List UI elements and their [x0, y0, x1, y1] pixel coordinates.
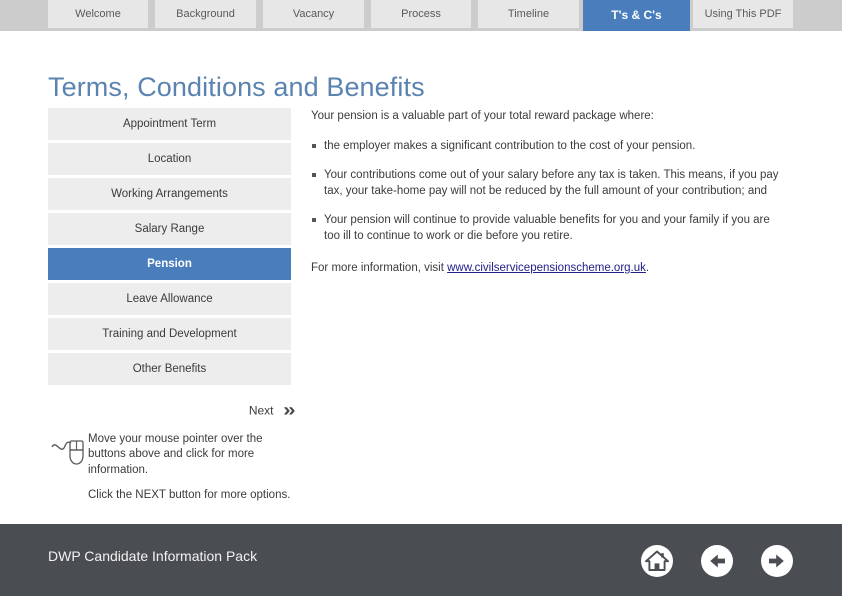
sidebar-item-label: Training and Development — [102, 328, 237, 340]
content-bullet: Your contributions come out of your sala… — [311, 168, 781, 199]
sidebar-item-label: Location — [147, 153, 192, 165]
content-pane: Your pension is a valuable part of your … — [311, 109, 781, 276]
tab-background[interactable]: Background — [155, 0, 256, 28]
tab-process[interactable]: Process — [371, 0, 471, 28]
sidebar-item-appointment-term[interactable]: Appointment Term — [48, 108, 291, 140]
sidebar-item-leave-allowance[interactable]: Leave Allowance — [48, 283, 291, 315]
tab-welcome[interactable]: Welcome — [48, 0, 148, 28]
sidebar-item-other-benefits[interactable]: Other Benefits — [48, 353, 291, 385]
tab-using-this-pdf[interactable]: Using This PDF — [693, 0, 793, 28]
content-bullet-text: Your contributions come out of your sala… — [324, 169, 779, 197]
civil-service-pension-link[interactable]: www.civilservicepensionscheme.org.uk — [447, 262, 646, 274]
footer-title: DWP Candidate Information Pack — [48, 548, 258, 564]
sidebar-item-working-arrangements[interactable]: Working Arrangements — [48, 178, 291, 210]
sidebar-item-label: Salary Range — [134, 223, 205, 235]
tab-timeline[interactable]: Timeline — [478, 0, 579, 28]
sidebar-item-label: Working Arrangements — [111, 188, 228, 200]
mouse-hint-text-primary: Move your mouse pointer over the buttons… — [88, 433, 263, 476]
tab-label: T's & C's — [611, 8, 662, 22]
tab-vacancy[interactable]: Vacancy — [263, 0, 364, 28]
tab-label: Timeline — [507, 8, 550, 20]
mouse-hint-text-secondary: Click the NEXT button for more options. — [88, 489, 291, 501]
next-button-label: Next — [248, 403, 274, 418]
tab-bar: Welcome Background Vacancy Process Timel… — [0, 0, 842, 31]
content-bullet: Your pension will continue to provide va… — [311, 213, 781, 244]
content-bullet-text: Your pension will continue to provide va… — [324, 214, 770, 242]
content-intro-paragraph: Your pension is a valuable part of your … — [311, 110, 654, 122]
tab-terms-and-conditions[interactable]: T's & C's — [583, 0, 690, 31]
sidebar-item-salary-range[interactable]: Salary Range — [48, 213, 291, 245]
tab-label: Using This PDF — [704, 8, 782, 20]
forward-icon[interactable] — [761, 545, 793, 577]
back-icon[interactable] — [701, 545, 733, 577]
sidebar-item-label: Appointment Term — [122, 118, 217, 130]
mouse-icon — [51, 440, 84, 465]
bullet-square-icon — [312, 218, 316, 223]
sidebar-item-training-and-development[interactable]: Training and Development — [48, 318, 291, 350]
content-more-information: For more information, visit www.civilser… — [311, 261, 781, 277]
tab-label: Vacancy — [292, 8, 335, 20]
content-bullet: the employer makes a significant contrib… — [311, 139, 781, 155]
page-title: Terms, Conditions and Benefits — [48, 72, 425, 102]
home-icon[interactable] — [641, 545, 673, 577]
content-bullet-text: the employer makes a significant contrib… — [324, 139, 696, 152]
sidebar-item-label: Other Benefits — [132, 363, 207, 375]
sidebar-item-pension[interactable]: Pension — [48, 248, 291, 280]
bullet-square-icon — [312, 173, 316, 178]
bullet-square-icon — [312, 143, 316, 148]
next-button[interactable]: Next » — [48, 400, 296, 421]
double-chevron-right-icon: » — [283, 400, 296, 420]
tab-label: Background — [176, 8, 235, 20]
tab-label: Welcome — [75, 8, 121, 20]
more-info-prefix: For more information, visit — [311, 261, 448, 274]
sidebar: Appointment Term Location Working Arrang… — [48, 108, 291, 388]
sidebar-item-location[interactable]: Location — [48, 143, 291, 175]
more-info-suffix: . — [645, 261, 650, 274]
sidebar-item-label: Leave Allowance — [126, 293, 213, 305]
sidebar-item-label: Pension — [147, 258, 192, 270]
tab-label: Process — [401, 8, 441, 20]
